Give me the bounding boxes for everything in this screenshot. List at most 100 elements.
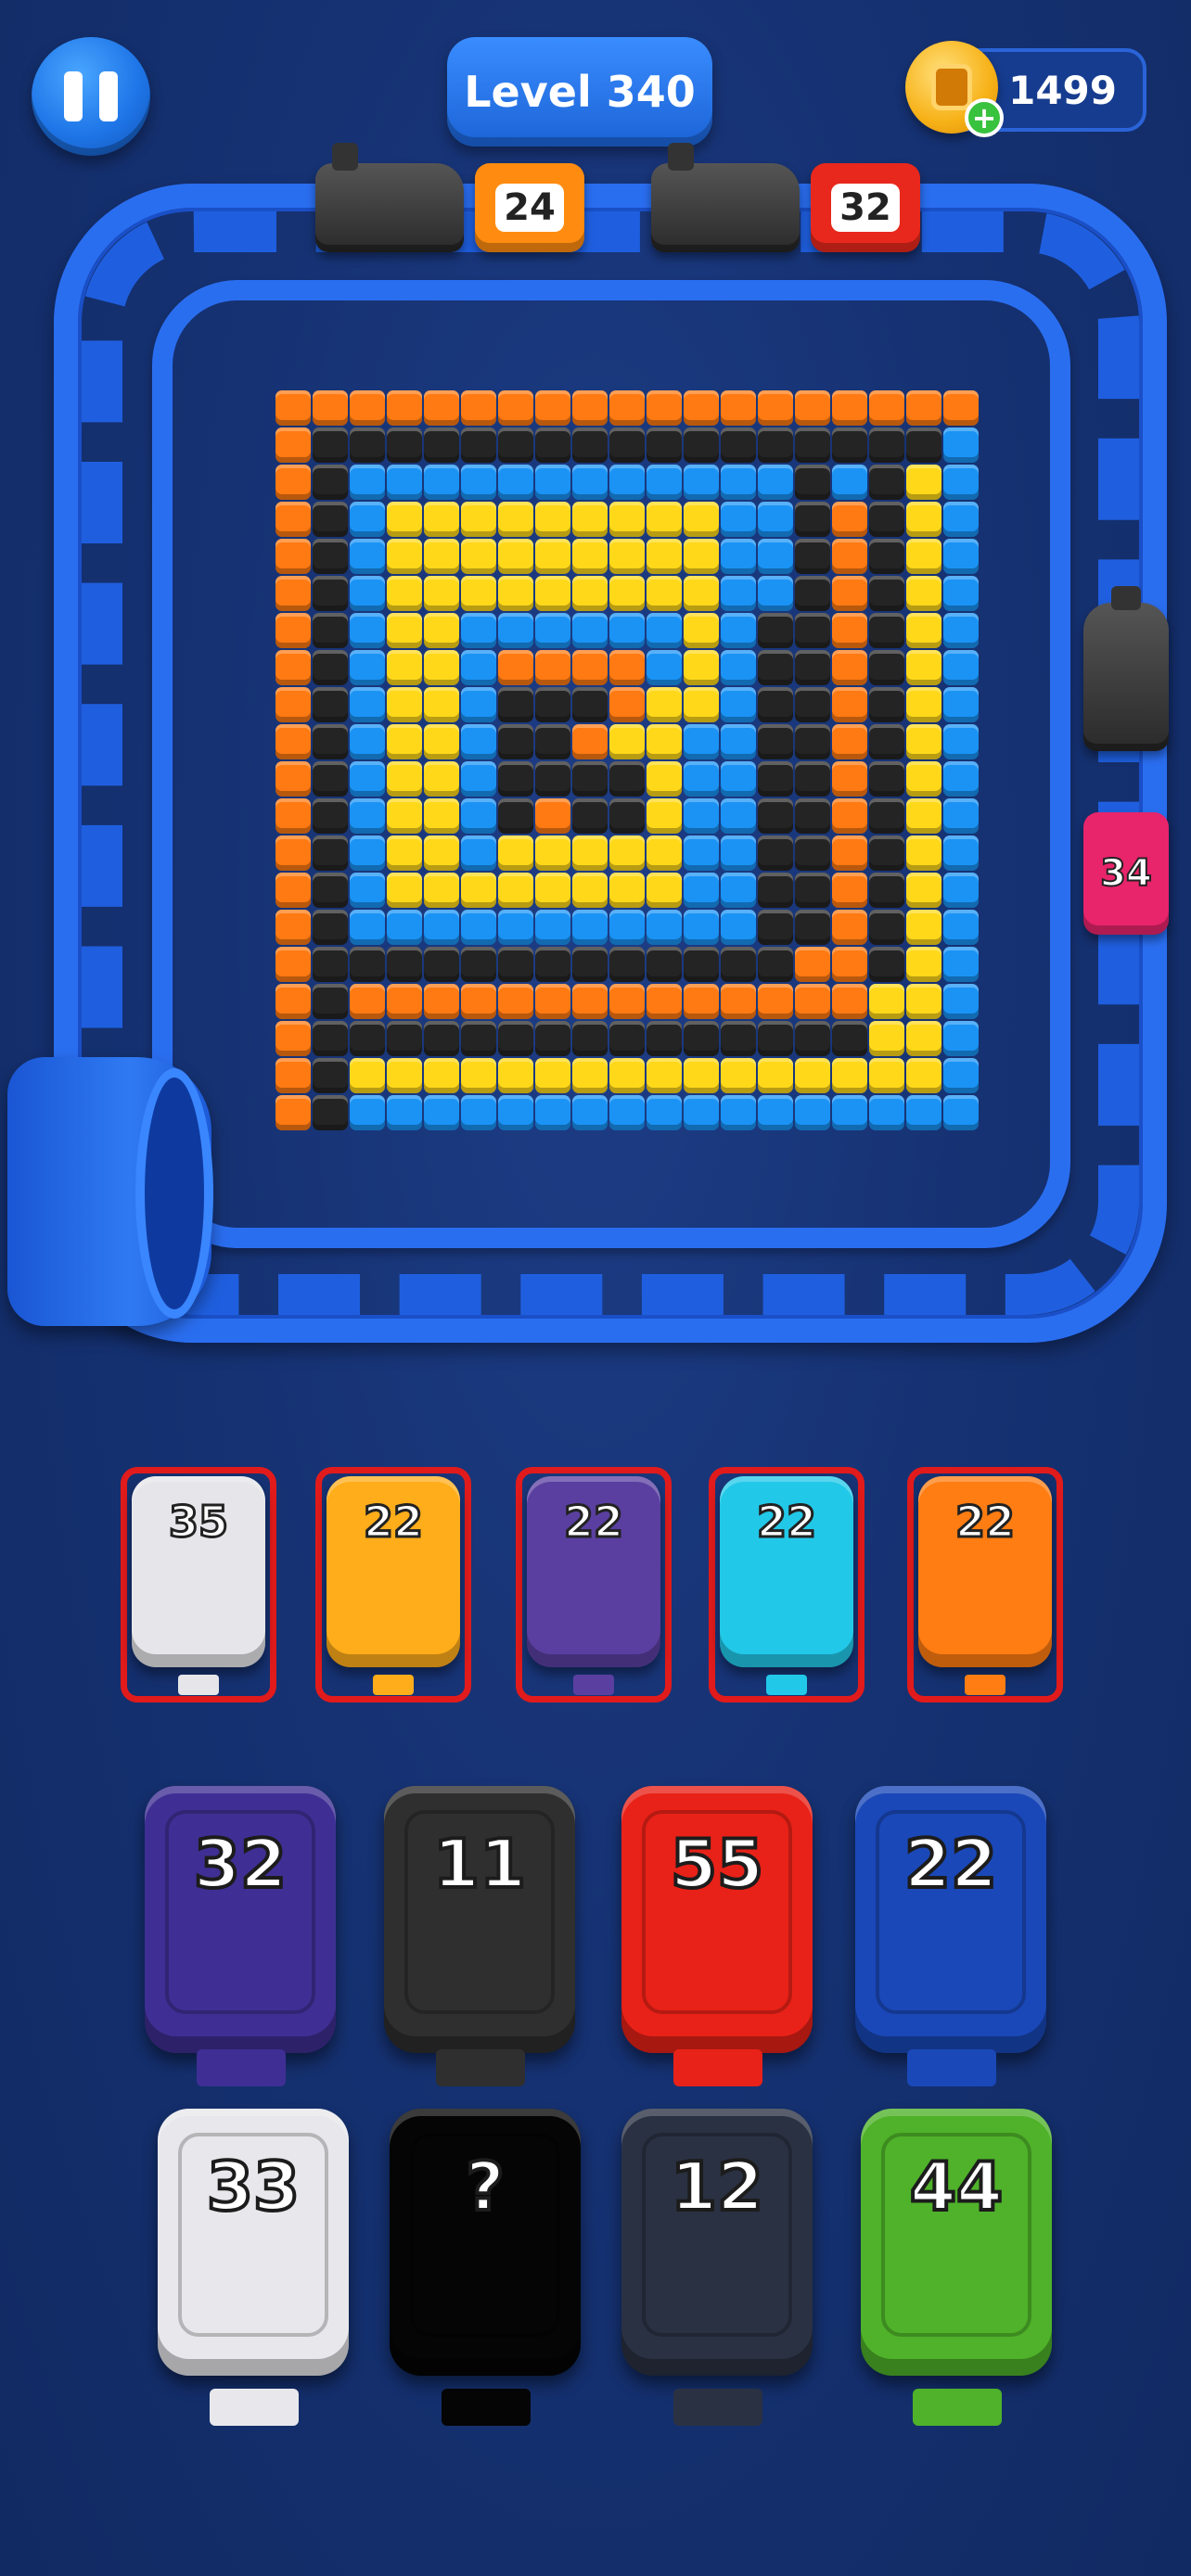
block-cell: [609, 798, 645, 834]
block-cell: [721, 1058, 756, 1093]
block-cell: [387, 465, 422, 500]
block-cell: [350, 1021, 385, 1056]
block-cell: [943, 687, 979, 722]
queue-car[interactable]: 22: [527, 1476, 660, 1667]
block-cell: [387, 502, 422, 537]
block-cell: [424, 427, 459, 463]
block-cell: [313, 539, 348, 574]
block-cell: [609, 613, 645, 648]
block-cell: [498, 724, 533, 759]
block-cell: [387, 390, 422, 426]
track-car-32[interactable]: 32: [811, 163, 920, 252]
mystery-car[interactable]: ?: [390, 2109, 581, 2376]
block-cell: [943, 1058, 979, 1093]
block-cell: [461, 576, 496, 611]
yard-car[interactable]: 33: [158, 2109, 349, 2376]
add-coins-button[interactable]: +: [965, 98, 1004, 137]
block-cell: [684, 798, 719, 834]
block-cell: [461, 1095, 496, 1130]
yard-car[interactable]: 32: [145, 1786, 336, 2053]
block-cell: [943, 1021, 979, 1056]
yard-car[interactable]: 12: [621, 2109, 813, 2376]
block-cell: [498, 984, 533, 1019]
block-cell: [795, 761, 830, 797]
block-cell: [609, 761, 645, 797]
coupler-icon: [373, 1675, 414, 1695]
block-cell: [498, 427, 533, 463]
block-cell: [424, 1095, 459, 1130]
block-cell: [535, 465, 570, 500]
block-cell: [498, 687, 533, 722]
block-cell: [313, 984, 348, 1019]
block-cell: [313, 910, 348, 945]
track-car-24[interactable]: 24: [475, 163, 584, 252]
block-cell: [461, 613, 496, 648]
block-cell: [461, 465, 496, 500]
yard-car[interactable]: 22: [855, 1786, 1046, 2053]
block-cell: [684, 613, 719, 648]
coupler-icon: [178, 1675, 219, 1695]
block-cell: [498, 613, 533, 648]
block-cell: [535, 613, 570, 648]
locomotive-icon: [315, 143, 464, 252]
block-cell: [795, 873, 830, 908]
block-cell: [832, 835, 867, 871]
block-cell: [350, 1058, 385, 1093]
block-cell: [535, 1095, 570, 1130]
block-cell: [869, 910, 904, 945]
block-cell: [647, 613, 682, 648]
block-cell: [906, 984, 941, 1019]
block-cell: [350, 465, 385, 500]
queue-car[interactable]: 22: [327, 1476, 460, 1667]
block-cell: [758, 427, 793, 463]
yard-car[interactable]: 11: [384, 1786, 575, 2053]
block-cell: [758, 1021, 793, 1056]
block-cell: [721, 1021, 756, 1056]
block-cell: [647, 984, 682, 1019]
block-cell: [498, 1058, 533, 1093]
block-cell: [943, 502, 979, 537]
block-cell: [647, 873, 682, 908]
block-cell: [275, 835, 311, 871]
queue-car[interactable]: 22: [720, 1476, 853, 1667]
block-cell: [498, 650, 533, 685]
queue-car[interactable]: 22: [918, 1476, 1052, 1667]
block-cell: [647, 835, 682, 871]
track-car-number: 32: [831, 184, 900, 232]
block-cell: [424, 798, 459, 834]
block-cell: [906, 687, 941, 722]
block-cell: [758, 798, 793, 834]
block-cell: [832, 873, 867, 908]
coupler-icon: [673, 2049, 762, 2086]
block-cell: [758, 539, 793, 574]
block-cell: [684, 687, 719, 722]
yard-car-number: 11: [431, 1823, 528, 1905]
yard-car-number: 55: [669, 1823, 765, 1905]
block-cell: [609, 910, 645, 945]
yard-car[interactable]: 44: [861, 2109, 1052, 2376]
pause-button[interactable]: [32, 37, 150, 156]
block-cell: [647, 761, 682, 797]
block-cell: [572, 873, 608, 908]
block-cell: [721, 835, 756, 871]
block-cell: [498, 1095, 533, 1130]
block-cell: [832, 724, 867, 759]
block-cell: [498, 465, 533, 500]
block-cell: [943, 984, 979, 1019]
block-cell: [350, 910, 385, 945]
yard-car-number: 33: [205, 2146, 301, 2227]
block-cell: [275, 650, 311, 685]
block-cell: [906, 465, 941, 500]
yard-car[interactable]: 55: [621, 1786, 813, 2053]
block-cell: [350, 984, 385, 1019]
block-cell: [313, 1095, 348, 1130]
block-cell: [609, 576, 645, 611]
block-cell: [350, 873, 385, 908]
block-cell: [684, 873, 719, 908]
track-car-34[interactable]: 34: [1083, 812, 1169, 935]
queue-car[interactable]: 35: [132, 1476, 265, 1667]
block-cell: [387, 835, 422, 871]
block-cell: [424, 1021, 459, 1056]
block-cell: [498, 576, 533, 611]
block-cell: [609, 1021, 645, 1056]
